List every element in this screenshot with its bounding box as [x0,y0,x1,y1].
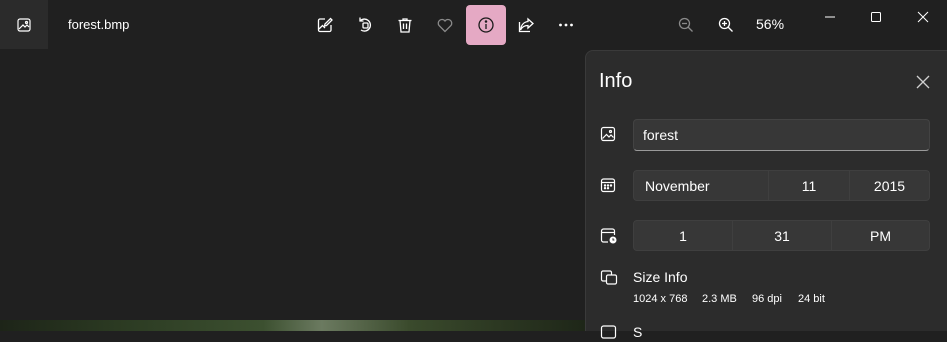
file-name-input-value: forest [643,127,679,143]
calendar-clock-icon [600,227,618,245]
file-size: 2.3 MB [702,293,737,305]
info-panel-close-button[interactable] [911,70,935,94]
date-day-picker[interactable]: 11 [768,170,850,201]
calendar-icon [600,177,618,195]
favorite-heart-icon [436,16,454,34]
image-icon [600,126,618,144]
share-button[interactable] [506,5,546,45]
edit-image-button[interactable] [305,5,345,45]
time-hour-picker[interactable]: 1 [633,220,733,251]
zoom-level[interactable]: 56% [756,16,784,32]
time-period-value: PM [870,227,891,244]
favorite-button[interactable] [425,5,465,45]
info-button[interactable] [466,5,506,45]
zoom-in-button[interactable] [706,5,746,45]
photos-app-icon [16,17,32,33]
image-dpi: 96 dpi [752,293,782,305]
zoom-out-icon [677,16,695,34]
zoom-out-button[interactable] [666,5,706,45]
date-day-value: 11 [801,177,817,194]
maximize-button[interactable] [853,0,899,33]
minimize-button[interactable] [807,0,853,33]
share-icon [517,16,535,34]
next-section-label: S [633,324,643,340]
date-month-picker[interactable]: November [633,170,769,201]
size-info-label: Size Info [633,269,688,285]
delete-button[interactable] [385,5,425,45]
size-info-icon [600,268,618,286]
close-icon [917,11,929,23]
rotate-button[interactable] [345,5,385,45]
time-minute-value: 31 [774,227,790,244]
more-options-icon [557,16,575,34]
bit-depth: 24 bit [798,293,825,305]
date-year-value: 2015 [873,177,906,194]
delete-icon [396,16,414,34]
next-section-icon [600,324,618,342]
time-period-picker[interactable]: PM [831,220,930,251]
time-hour-value: 1 [679,227,687,244]
info-icon [477,16,495,34]
more-options-button[interactable] [546,5,586,45]
close-icon [916,75,930,89]
image-canvas[interactable] [0,50,585,331]
forest-photo[interactable] [0,320,585,331]
app-icon-button[interactable] [0,0,48,49]
date-month-value: November [645,177,710,194]
date-year-picker[interactable]: 2015 [849,170,930,201]
zoom-in-icon [717,16,735,34]
rotate-icon [356,16,374,34]
info-panel-title: Info [599,70,633,92]
file-name: forest.bmp [68,17,130,32]
maximize-icon [870,11,882,23]
close-window-button[interactable] [900,0,946,33]
image-dimensions: 1024 x 768 [633,293,688,305]
edit-image-icon [316,16,334,34]
minimize-icon [824,11,836,23]
time-minute-picker[interactable]: 31 [732,220,832,251]
